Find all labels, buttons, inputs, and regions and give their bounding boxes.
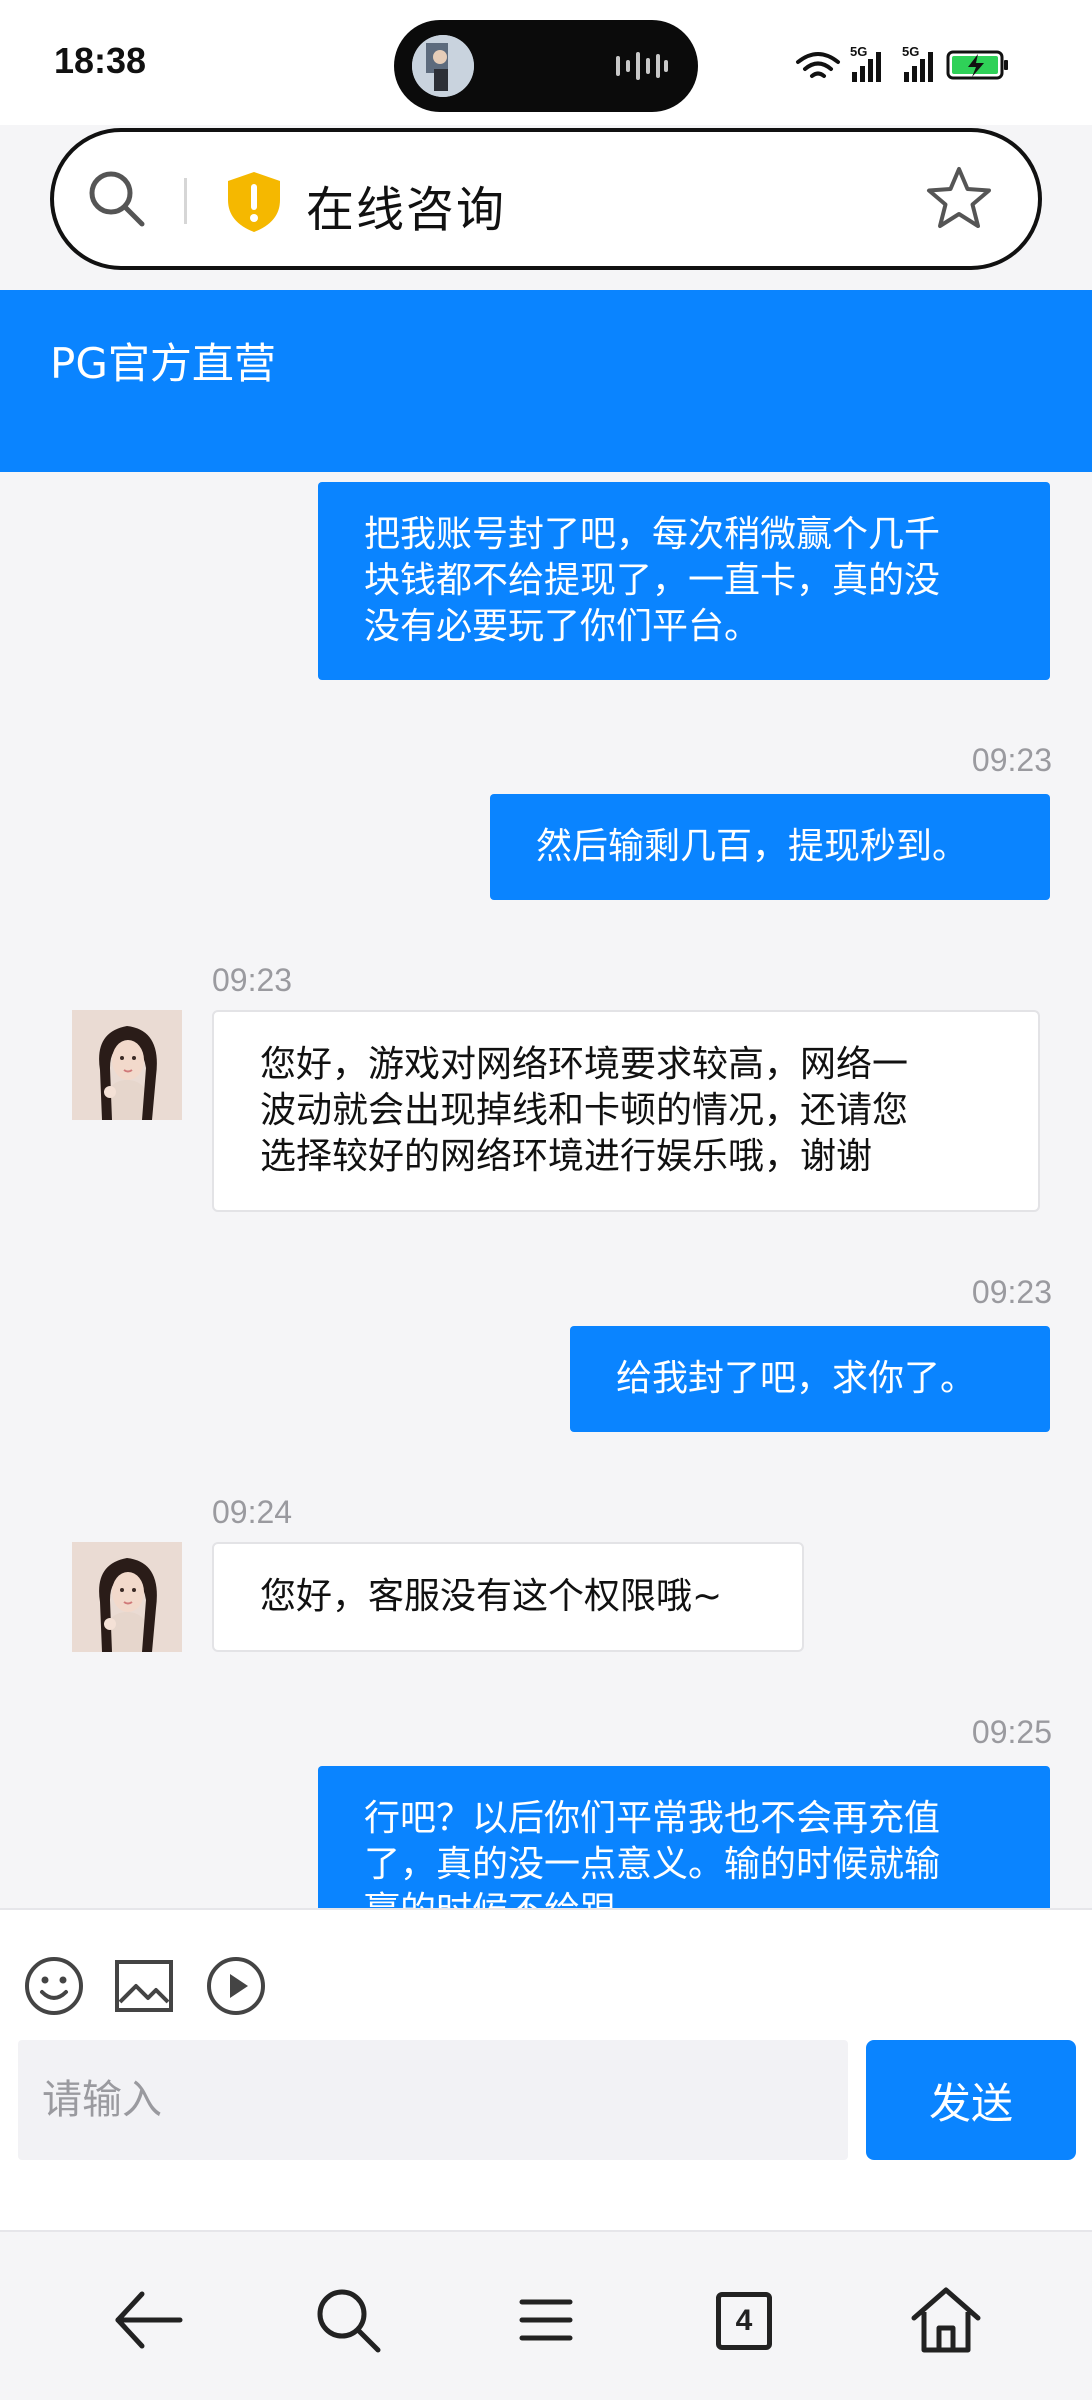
send-button[interactable]: 发送	[866, 2040, 1076, 2160]
message-line: 了，真的没一点意义。输的时候就输	[364, 1844, 941, 1885]
network-type-label-2: 5G	[902, 44, 919, 59]
message-timestamp: 09:24	[212, 1494, 293, 1530]
chat-header: PG官方直营	[0, 290, 1092, 472]
browser-bottom-nav: 4	[0, 2230, 1092, 2400]
tabs-button[interactable]: 4	[704, 2280, 784, 2360]
message-timestamp: 09:23	[971, 1274, 1052, 1310]
shield-warning-icon[interactable]	[224, 170, 284, 234]
tab-count: 4	[716, 2292, 772, 2350]
outgoing-message[interactable]: 把我账号封了吧，每次稍微赢个几千 块钱都不给提现了，一直卡，真的没 没有必要玩了…	[318, 482, 1050, 680]
message-input[interactable]	[18, 2040, 848, 2160]
outgoing-message[interactable]: 给我封了吧，求你了。	[570, 1326, 1050, 1432]
agent-avatar[interactable]	[72, 1542, 182, 1652]
address-bar[interactable]: 在线咨询	[50, 128, 1042, 270]
status-time: 18:38	[54, 40, 147, 81]
video-play-icon[interactable]	[204, 1954, 268, 2018]
message-line: 块钱都不给提现了，一直卡，真的没	[364, 560, 941, 601]
message-composer: 发送	[0, 1908, 1092, 2230]
home-icon[interactable]	[906, 2280, 986, 2360]
message-line: 行吧？以后你们平常我也不会再充值	[364, 1798, 941, 1839]
page-title[interactable]: 在线咨询	[306, 170, 506, 240]
outgoing-message[interactable]: 行吧？以后你们平常我也不会再充值 了，真的没一点意义。输的时候就输 赢的时候不给…	[318, 1766, 1050, 1908]
outgoing-message[interactable]: 然后输剩几百，提现秒到。	[490, 794, 1050, 900]
status-icons: 5G 5G	[796, 44, 1008, 82]
message-line: 您好，客服没有这个权限哦~	[260, 1576, 723, 1617]
emoji-icon[interactable]	[22, 1954, 86, 2018]
island-media-thumbnail	[412, 35, 474, 97]
message-line: 然后输剩几百，提现秒到。	[536, 826, 969, 867]
status-bar: 18:38 5G 5G	[0, 0, 1092, 125]
back-arrow-icon[interactable]	[108, 2280, 188, 2360]
search-icon[interactable]	[84, 166, 150, 232]
search-icon[interactable]	[308, 2280, 388, 2360]
message-timestamp: 09:25	[971, 1714, 1052, 1750]
message-line: 把我账号封了吧，每次稍微赢个几千	[364, 514, 941, 555]
incoming-message[interactable]: 您好，客服没有这个权限哦~	[212, 1542, 804, 1652]
message-line: 给我封了吧，求你了。	[616, 1358, 977, 1399]
incoming-message[interactable]: 您好，游戏对网络环境要求较高，网络一 波动就会出现掉线和卡顿的情况，还请您 选择…	[212, 1010, 1040, 1212]
message-list[interactable]: 把我账号封了吧，每次稍微赢个几千 块钱都不给提现了，一直卡，真的没 没有必要玩了…	[0, 472, 1092, 1908]
image-icon[interactable]	[112, 1954, 176, 2018]
agent-avatar[interactable]	[72, 1010, 182, 1120]
cellular-signal-icon: 5G	[850, 44, 881, 82]
message-line: 您好，游戏对网络环境要求较高，网络一	[260, 1044, 909, 1085]
message-line: 赢的时候不给跟	[364, 1888, 1004, 1908]
message-timestamp: 09:23	[212, 962, 293, 998]
message-timestamp: 09:23	[971, 742, 1052, 778]
message-line: 波动就会出现掉线和卡顿的情况，还请您	[260, 1090, 909, 1131]
message-line: 没有必要玩了你们平台。	[364, 606, 761, 647]
dynamic-island[interactable]	[394, 20, 698, 112]
menu-icon[interactable]	[506, 2280, 586, 2360]
network-type-label-1: 5G	[850, 44, 867, 59]
address-bar-divider	[184, 178, 187, 224]
message-line: 选择较好的网络环境进行娱乐哦，谢谢	[260, 1136, 873, 1177]
bookmark-star-icon[interactable]	[924, 164, 994, 234]
chat-header-title: PG官方直营	[50, 339, 276, 388]
wifi-icon	[796, 52, 840, 78]
cellular-signal-icon-2: 5G	[902, 44, 933, 82]
audio-wave-icon	[616, 52, 668, 80]
battery-charging-icon	[946, 50, 1008, 80]
